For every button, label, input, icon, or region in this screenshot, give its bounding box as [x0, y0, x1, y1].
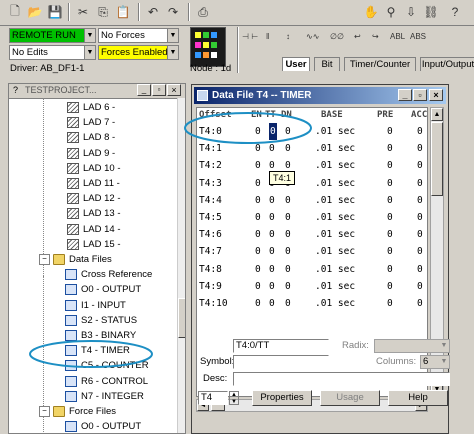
annotation-ellipse-t4-timer [29, 340, 153, 368]
annotation-overlay [29, 112, 312, 368]
annotation-ellipse-t4-0 [184, 112, 312, 144]
